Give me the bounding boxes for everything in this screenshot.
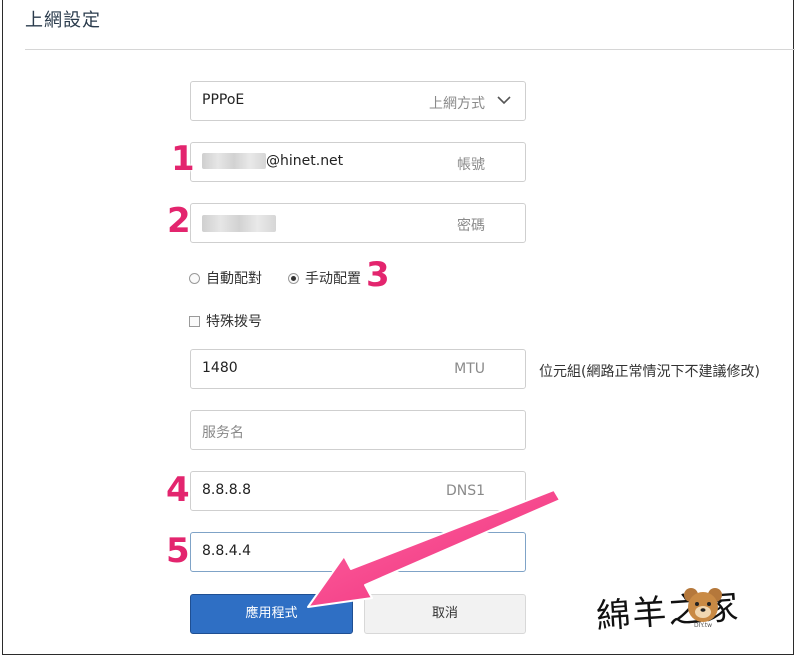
annotation-3: 3 (366, 255, 390, 295)
service-name-placeholder: 服务名 (202, 425, 244, 441)
special-dial-label: 特殊拨号 (206, 314, 262, 330)
redacted-username (202, 153, 266, 169)
radio-auto-label: 自動配對 (206, 271, 262, 287)
annotation-1: 1 (171, 139, 195, 179)
special-dial-checkbox[interactable]: 特殊拨号 (189, 311, 262, 331)
radio-manual[interactable]: 手动配置 (288, 268, 361, 288)
dns1-input[interactable]: 8.8.8.8 DNS1 (190, 471, 526, 511)
annotation-5: 5 (166, 531, 190, 571)
connection-type-label: 上網方式 (429, 96, 485, 112)
cancel-button[interactable]: 取消 (364, 594, 526, 634)
dns2-value: 8.8.4.4 (202, 543, 251, 559)
redacted-password (202, 215, 276, 232)
radio-auto[interactable]: 自動配對 (189, 268, 262, 288)
mtu-value: 1480 (202, 360, 238, 376)
annotation-4: 4 (166, 470, 190, 510)
dns1-value: 8.8.8.8 (202, 482, 251, 498)
mtu-input[interactable]: 1480 MTU (190, 349, 526, 389)
dns2-input[interactable]: 8.8.4.4 (190, 532, 526, 572)
chevron-down-icon (497, 96, 511, 105)
radio-manual-indicator[interactable] (288, 273, 299, 284)
connection-type-select[interactable]: PPPoE 上網方式 (190, 81, 526, 121)
mtu-label: MTU (454, 361, 485, 377)
account-input[interactable]: @hinet.net 帳號 (190, 142, 526, 182)
radio-manual-label: 手动配置 (305, 271, 361, 287)
account-suffix: @hinet.net (266, 153, 344, 169)
account-label: 帳號 (457, 157, 485, 173)
mtu-note: 位元組(網路正常情況下不建議修改) (539, 364, 760, 380)
annotation-2: 2 (167, 201, 191, 241)
special-dial-box[interactable] (189, 316, 200, 327)
password-input[interactable]: 密碼 (190, 203, 526, 243)
account-value: @hinet.net (202, 153, 343, 169)
title-divider (25, 49, 795, 50)
settings-panel: 上網設定 PPPoE 上網方式 @hinet.net 帳號 密碼 自動配對 手动… (2, 0, 795, 655)
bear-mascot-icon: DIY.tw (684, 588, 722, 629)
service-name-input[interactable]: 服务名 (190, 410, 526, 450)
password-value (202, 215, 276, 232)
page-title: 上網設定 (25, 10, 101, 31)
watermark-sub: DIY.tw (694, 622, 712, 629)
radio-auto-indicator[interactable] (189, 273, 200, 284)
password-label: 密碼 (457, 218, 485, 234)
connection-type-value: PPPoE (202, 92, 245, 108)
apply-button[interactable]: 應用程式 (190, 594, 353, 634)
dns1-label: DNS1 (445, 483, 485, 499)
